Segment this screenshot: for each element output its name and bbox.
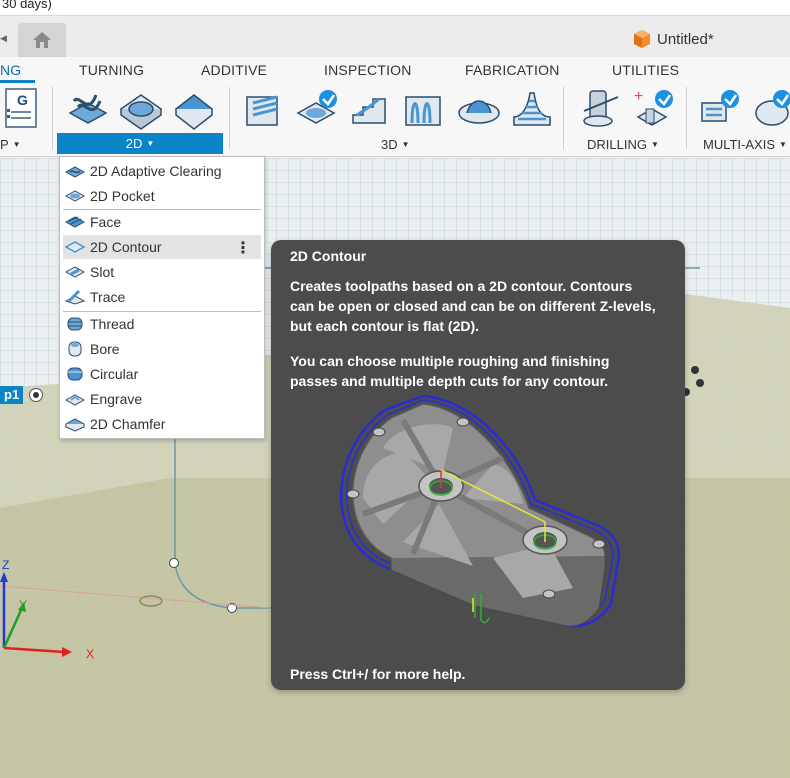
scallop-icon bbox=[458, 100, 500, 124]
tooltip-paragraph: Creates toolpaths based on a 2D contour.… bbox=[290, 278, 656, 334]
rotary-tool[interactable] bbox=[752, 87, 790, 131]
axis-z-label: Z bbox=[2, 558, 10, 572]
hole-recognition-icon: + bbox=[634, 88, 673, 126]
3d-adaptive-icon bbox=[246, 95, 278, 126]
menu-item-circular[interactable]: Circular bbox=[63, 362, 261, 386]
3d-adaptive-tool[interactable] bbox=[243, 87, 287, 131]
ribbon-separator bbox=[229, 87, 230, 149]
tab-turning[interactable]: TURNING bbox=[79, 62, 144, 78]
face-tool[interactable] bbox=[172, 87, 216, 131]
multi-axis-tool[interactable] bbox=[698, 87, 742, 131]
axis-x-label: X bbox=[86, 647, 95, 661]
setup-browser-node[interactable]: p1 bbox=[0, 386, 44, 404]
adaptive-clearing-icon bbox=[65, 166, 85, 178]
rotary-icon bbox=[755, 90, 790, 126]
pocket-tool[interactable] bbox=[119, 87, 163, 131]
tooltip-help-hint: Press Ctrl+/ for more help. bbox=[290, 666, 466, 682]
home-icon bbox=[33, 32, 51, 48]
menu-item-thread[interactable]: Thread bbox=[63, 312, 261, 336]
adaptive-clearing-tool[interactable] bbox=[66, 87, 110, 131]
ribbon-separator bbox=[686, 87, 687, 149]
tab-milling[interactable]: NG bbox=[0, 62, 21, 78]
document-cube-icon bbox=[634, 30, 650, 48]
bore-icon bbox=[68, 341, 82, 357]
tooltip-title: 2D Contour bbox=[290, 248, 367, 264]
more-options-icon[interactable]: ⋮ bbox=[235, 238, 251, 258]
hole-recognition-tool[interactable]: + bbox=[632, 87, 676, 131]
document-tab-bar: ◀ Untitled* bbox=[0, 17, 790, 57]
2d-group-dropdown[interactable]: 2D ▼ bbox=[57, 133, 223, 154]
drill-icon bbox=[583, 90, 619, 127]
trace-icon bbox=[65, 289, 85, 305]
multi-axis-group-dropdown[interactable]: MULTI-AXIS ▼ bbox=[703, 137, 787, 152]
tab-inspection[interactable]: INSPECTION bbox=[324, 62, 412, 78]
document-title[interactable]: Untitled* bbox=[633, 29, 714, 49]
axis-y-label: Y bbox=[19, 598, 28, 612]
tab-scroll-left-icon[interactable]: ◀ bbox=[0, 33, 7, 44]
active-tab-indicator bbox=[0, 80, 35, 83]
menu-item-2d-pocket[interactable]: 2D Pocket bbox=[63, 184, 261, 208]
ribbon-separator bbox=[52, 87, 53, 149]
circular-icon bbox=[67, 367, 83, 381]
contour-part-illustration bbox=[339, 394, 621, 628]
setup-label[interactable]: p1 bbox=[0, 386, 24, 404]
face-icon bbox=[65, 216, 85, 228]
menu-item-2d-contour[interactable]: 2D Contour ⋮ bbox=[63, 235, 261, 259]
3d-pocket-tool[interactable] bbox=[296, 87, 340, 131]
svg-text:+: + bbox=[634, 88, 643, 105]
home-tab[interactable] bbox=[18, 23, 66, 57]
tab-utilities[interactable]: UTILITIES bbox=[612, 62, 679, 78]
ribbon-separator bbox=[563, 87, 564, 149]
drilling-group-dropdown[interactable]: DRILLING ▼ bbox=[587, 137, 659, 152]
menu-item-2d-adaptive-clearing[interactable]: 2D Adaptive Clearing bbox=[63, 159, 261, 183]
contour-3d-icon bbox=[513, 92, 551, 126]
engrave-icon bbox=[65, 394, 85, 406]
menu-item-face[interactable]: Face bbox=[63, 210, 261, 234]
multi-axis-icon bbox=[701, 90, 739, 122]
contour-icon bbox=[65, 241, 85, 253]
menu-item-slot[interactable]: Slot bbox=[63, 260, 261, 284]
chamfer-icon bbox=[65, 418, 85, 432]
menu-item-trace[interactable]: Trace bbox=[63, 285, 261, 309]
tab-fabrication[interactable]: FABRICATION bbox=[465, 62, 560, 78]
menu-item-bore[interactable]: Bore bbox=[63, 337, 261, 361]
pocket-clearing-icon bbox=[296, 90, 337, 124]
toolbar-ribbon: NG TURNING ADDITIVE INSPECTION FABRICATI… bbox=[0, 57, 790, 157]
tool-tooltip: 2D Contour Creates toolpaths based on a … bbox=[271, 240, 685, 690]
tab-additive[interactable]: ADDITIVE bbox=[201, 62, 267, 78]
contour-3d-tool[interactable] bbox=[510, 87, 554, 131]
setup-activate-radio[interactable] bbox=[29, 388, 44, 402]
pocket-icon bbox=[119, 94, 163, 130]
setup-tool-button[interactable]: G bbox=[3, 87, 39, 131]
3d-group-dropdown[interactable]: 3D ▼ bbox=[381, 137, 410, 152]
parallel-icon bbox=[405, 96, 441, 126]
steep-shallow-tool[interactable] bbox=[349, 87, 393, 131]
setup-group-label[interactable]: P ▼ bbox=[0, 137, 21, 152]
trial-banner: 30 days) bbox=[0, 0, 790, 16]
face-icon bbox=[174, 94, 214, 130]
adaptive-clearing-icon bbox=[68, 94, 108, 124]
trial-banner-text: 30 days) bbox=[2, 0, 52, 11]
svg-text:G: G bbox=[17, 92, 28, 108]
menu-item-engrave[interactable]: Engrave bbox=[63, 387, 261, 411]
pocket-icon bbox=[65, 190, 85, 202]
drill-tool[interactable] bbox=[578, 87, 622, 131]
menu-item-2d-chamfer[interactable]: 2D Chamfer bbox=[63, 412, 261, 436]
tooltip-body: Creates toolpaths based on a 2D contour.… bbox=[290, 276, 660, 391]
scallop-tool[interactable] bbox=[457, 87, 501, 131]
2d-dropdown-menu: 2D Adaptive Clearing 2D Pocket Face 2D C… bbox=[59, 156, 265, 439]
stairs-icon bbox=[352, 97, 386, 124]
thread-icon bbox=[67, 317, 83, 331]
document-title-text: Untitled* bbox=[657, 30, 714, 48]
parallel-tool[interactable] bbox=[402, 87, 446, 131]
slot-icon bbox=[65, 266, 85, 278]
setup-gcode-icon: G bbox=[5, 88, 37, 128]
tooltip-paragraph: You can choose multiple roughing and fin… bbox=[290, 353, 610, 389]
